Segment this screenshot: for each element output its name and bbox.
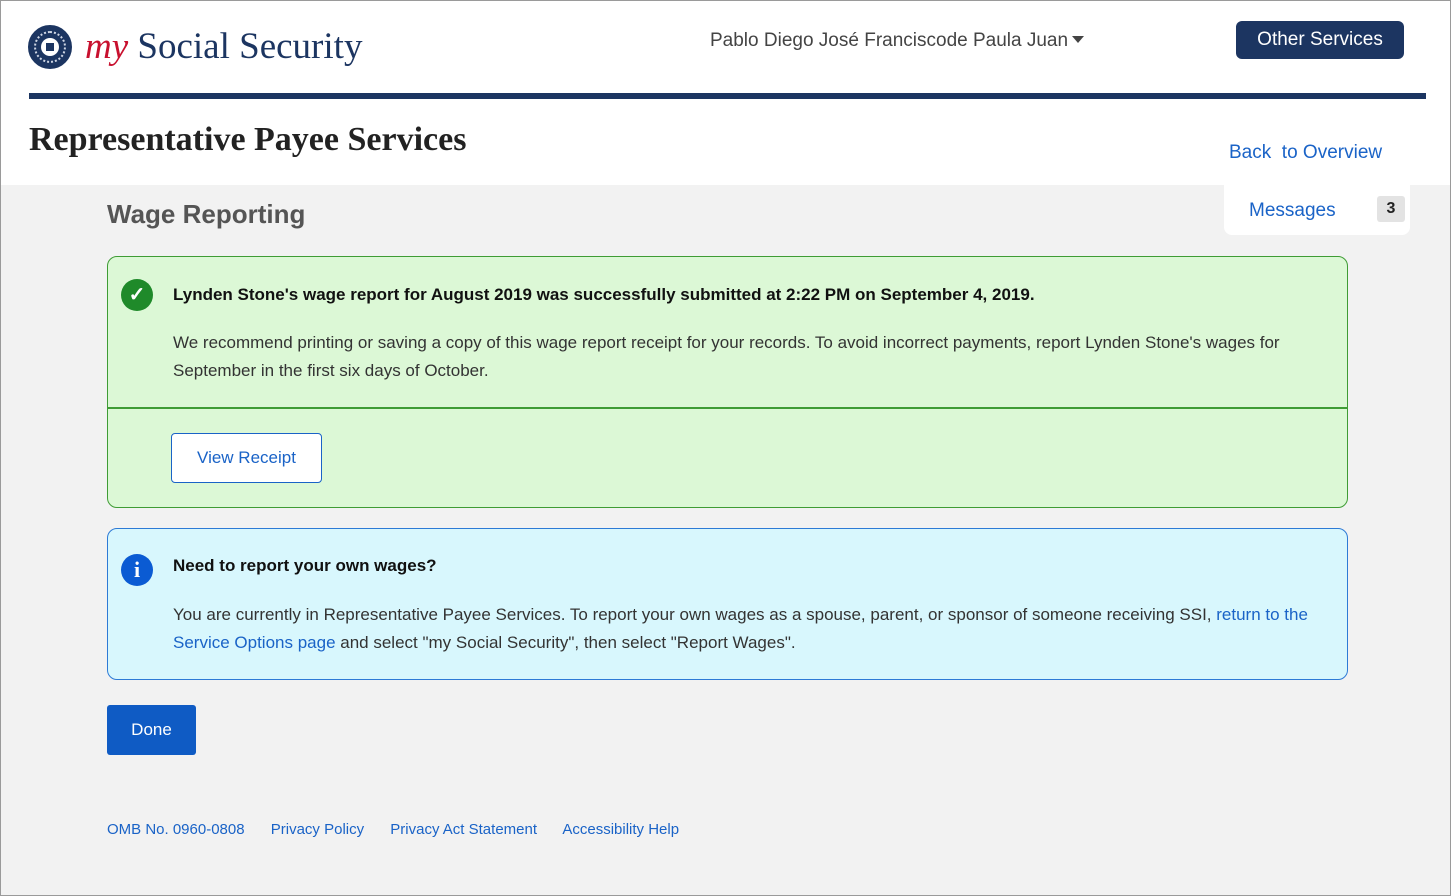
- header-divider: [29, 93, 1426, 99]
- info-alert-heading: Need to report your own wages?: [173, 556, 437, 575]
- caret-down-icon: [1072, 36, 1085, 43]
- privacy-act-statement-link[interactable]: Privacy Act Statement: [390, 821, 537, 838]
- success-alert-heading: Lynden Stone's wage report for August 20…: [173, 285, 1035, 304]
- info-alert: i Need to report your own wages? You are…: [107, 528, 1348, 680]
- page-title: Representative Payee Services: [29, 121, 467, 158]
- info-body-text-before: You are currently in Representative Paye…: [173, 605, 1217, 624]
- footer-links: OMB No. 0960-0808 Privacy Policy Privacy…: [107, 821, 701, 838]
- check-circle-icon: ✓: [121, 279, 153, 311]
- info-body-text-after: and select "my Social Security", then se…: [335, 633, 796, 652]
- brand-my: my: [85, 26, 129, 67]
- messages-count-badge: 3: [1377, 196, 1405, 222]
- other-services-button[interactable]: Other Services: [1236, 21, 1404, 59]
- view-receipt-button[interactable]: View Receipt: [171, 433, 322, 483]
- messages-tab: Messages 3: [1224, 185, 1410, 235]
- page-frame: my Social Security Pablo Diego José Fran…: [0, 0, 1451, 896]
- brand-wordmark[interactable]: my Social Security: [85, 23, 362, 71]
- info-circle-icon: i: [121, 554, 153, 586]
- messages-link[interactable]: Messages: [1249, 200, 1336, 222]
- omb-number-link[interactable]: OMB No. 0960-0808: [107, 821, 245, 838]
- privacy-policy-link[interactable]: Privacy Policy: [271, 821, 364, 838]
- seal-core: [41, 38, 59, 56]
- section-title: Wage Reporting: [107, 199, 306, 229]
- back-to-overview-link[interactable]: Back to Overview: [1229, 142, 1382, 164]
- user-name: Pablo Diego José Franciscode Paula Juan: [710, 30, 1069, 51]
- site-header: my Social Security Pablo Diego José Fran…: [1, 1, 1450, 185]
- done-button[interactable]: Done: [107, 705, 196, 755]
- accessibility-help-link[interactable]: Accessibility Help: [562, 821, 679, 838]
- brand-name: Social Security: [128, 26, 363, 67]
- ssa-seal-logo[interactable]: [28, 25, 72, 69]
- success-alert: ✓ Lynden Stone's wage report for August …: [107, 256, 1348, 508]
- user-menu[interactable]: Pablo Diego José Franciscode Paula Juan: [710, 30, 1085, 52]
- info-alert-body: You are currently in Representative Paye…: [173, 601, 1338, 657]
- success-alert-divider: [108, 407, 1347, 409]
- success-alert-body: We recommend printing or saving a copy o…: [173, 333, 1280, 380]
